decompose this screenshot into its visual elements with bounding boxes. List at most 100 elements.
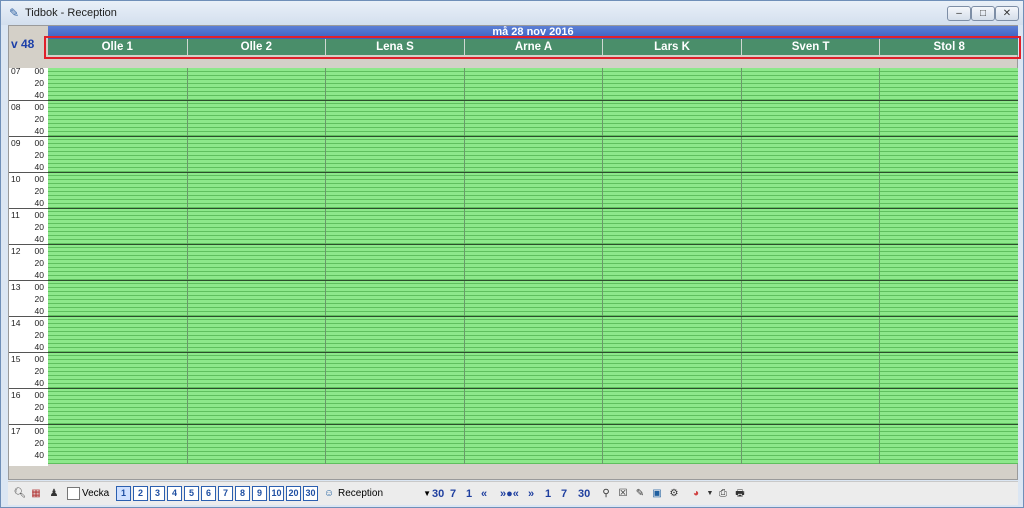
date-nav-button[interactable]: 30 [432,486,444,502]
resource-column-header[interactable]: Lars K [602,39,741,55]
image-icon[interactable]: ▣ [649,486,665,502]
minute-label: 00 [34,66,44,76]
settings-icon[interactable]: ⚙ [666,486,682,502]
resource-column-header[interactable]: Sven T [740,39,880,55]
date-nav-button[interactable]: 1 [466,486,472,502]
time-slot-label: 20 [9,185,48,197]
week-view-checkbox[interactable] [67,487,80,500]
time-slot-label: 09 00 [9,137,48,149]
appointment-grid[interactable] [48,68,1018,464]
minute-label: 20 [34,402,44,412]
calendar-icon[interactable]: ▦ [28,486,44,502]
preview-icon[interactable]: ⎙ [715,486,731,502]
hour-separator [9,172,48,173]
time-slot-label: 12 00 [9,245,48,257]
close-button[interactable]: ✕ [995,6,1019,21]
day-count-button[interactable]: 20 [286,486,301,501]
hour-separator [9,280,48,281]
resource-column-header[interactable]: Arne A [463,39,603,55]
time-slot-label: 10 00 [9,173,48,185]
day-count-button[interactable]: 3 [150,486,165,501]
hour-line [48,136,1018,137]
date-nav-button[interactable]: » [528,486,534,502]
hour-line [48,172,1018,173]
hour-separator [9,244,48,245]
minute-label: 00 [34,318,44,328]
resource-column-header[interactable]: Stol 8 [879,39,1018,55]
day-count-button[interactable]: 8 [235,486,250,501]
hour-label: 10 [11,174,21,184]
week-label: v 48 [11,37,35,51]
minute-label: 20 [34,222,44,232]
time-column: 07 00 20 40 08 00 20 40 09 00 20 40 10 00 20 40 11 00 20 40… [9,65,48,466]
minute-label: 00 [34,210,44,220]
minute-label: 00 [34,246,44,256]
minute-label: 00 [34,282,44,292]
day-count-button[interactable]: 30 [303,486,318,501]
hour-label: 08 [11,102,21,112]
day-count-button[interactable]: 5 [184,486,199,501]
app-window: ✎ Tidbok - Reception – □ ✕ må 28 nov 201… [0,0,1024,508]
minute-label: 20 [34,78,44,88]
maximize-button[interactable]: □ [971,6,995,21]
time-slot-label: 20 [9,257,48,269]
minimize-button[interactable]: – [947,6,971,21]
day-count-button[interactable]: 2 [133,486,148,501]
minute-label: 20 [34,330,44,340]
minute-label: 00 [34,174,44,184]
date-nav-button[interactable]: 30 [578,486,590,502]
time-slot-label: 20 [9,221,48,233]
time-slot-label: 15 00 [9,353,48,365]
time-slot-label: 20 [9,365,48,377]
hour-separator [9,208,48,209]
printer-icon[interactable]: 🖶︎ [732,486,748,502]
hour-label: 16 [11,390,21,400]
person-icon[interactable]: ☺ [321,486,337,502]
binoculars-icon[interactable]: ⚲ [598,486,614,502]
date-nav-button[interactable]: 7 [450,486,456,502]
minute-label: 20 [34,258,44,268]
grid-column-divider [464,68,465,464]
user-icon[interactable]: ♟ [46,486,62,502]
date-header[interactable]: må 28 nov 2016 [48,26,1018,39]
hour-separator [9,100,48,101]
day-count-button[interactable]: 1 [116,486,131,501]
hour-label: 13 [11,282,21,292]
app-icon: ✎ [8,6,20,20]
date-nav-button[interactable]: »●« [500,486,519,502]
date-nav-button[interactable]: « [481,486,487,502]
resource-column-header[interactable]: Olle 1 [48,39,187,55]
grid-column-divider [325,68,326,464]
minute-label: 20 [34,186,44,196]
chevron-down-icon: ▼ [423,489,431,498]
hour-label: 12 [11,246,21,256]
hour-line [48,388,1018,389]
resource-column-header[interactable]: Lena S [325,39,464,55]
date-nav-button[interactable]: 1 [545,486,551,502]
hour-line [48,280,1018,281]
search-icon[interactable]: 🔍︎ [12,486,28,502]
minute-label: 00 [34,426,44,436]
hour-label: 14 [11,318,21,328]
resource-column-header[interactable]: Olle 2 [186,39,326,55]
hour-separator [9,136,48,137]
hour-line [48,244,1018,245]
view-select[interactable]: Reception ▼ [338,486,433,502]
time-slot-label: 20 [9,401,48,413]
minute-label: 20 [34,150,44,160]
hour-separator [9,424,48,425]
day-count-button[interactable]: 10 [269,486,284,501]
day-count-button[interactable]: 9 [252,486,267,501]
time-slot-label: 07 00 [9,65,48,77]
hour-line [48,316,1018,317]
day-count-button[interactable]: 7 [218,486,233,501]
hour-line [48,208,1018,209]
edit-icon[interactable]: ✎ [632,486,648,502]
day-count-button[interactable]: 4 [167,486,182,501]
time-slot-label: 20 [9,437,48,449]
minute-label: 00 [34,354,44,364]
date-nav-button[interactable]: 7 [561,486,567,502]
day-count-button[interactable]: 6 [201,486,216,501]
delete-icon[interactable]: ☒ [615,486,631,502]
title-bar: ✎ Tidbok - Reception – □ ✕ [1,1,1023,25]
